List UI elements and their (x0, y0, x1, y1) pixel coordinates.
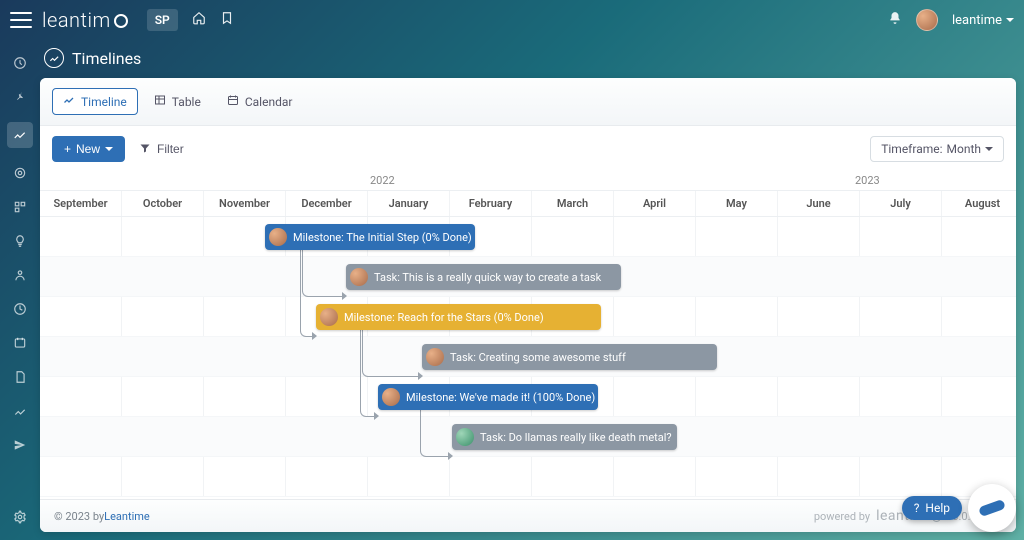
month-header-cell: September (40, 191, 122, 216)
caret-down-icon (1006, 18, 1014, 22)
table-tab-icon (154, 94, 166, 109)
bar-label: Milestone: We've made it! (100% Done) (406, 391, 595, 404)
view-tabs: Timeline Table Calendar (40, 78, 1016, 126)
month-header-cell: February (450, 191, 532, 216)
month-header-cell: March (532, 191, 614, 216)
notifications-icon[interactable] (888, 11, 902, 29)
timeframe-select[interactable]: Timeframe: Month (870, 136, 1004, 162)
rail-docs-icon[interactable] (11, 368, 29, 386)
page-title: Timelines (40, 40, 1016, 78)
avatar (426, 348, 444, 366)
project-badge[interactable]: SP (147, 9, 178, 31)
year-row: 2022 2023 (40, 172, 1016, 190)
left-rail (0, 40, 40, 540)
user-menu[interactable]: leantime (952, 13, 1014, 28)
rail-ideas-icon[interactable] (11, 232, 29, 250)
fab-button[interactable] (968, 484, 1016, 532)
rail-timeline-icon[interactable] (7, 122, 33, 148)
avatar[interactable] (916, 9, 938, 31)
footer-brand-link[interactable]: Leantime (104, 510, 150, 523)
milestone-bar[interactable]: Milestone: The Initial Step (0% Done) (265, 224, 475, 250)
rail-pin-icon[interactable] (11, 88, 29, 106)
avatar (456, 428, 474, 446)
page: Timelines Timeline Table Calendar + New (40, 40, 1016, 532)
rail-reports-icon[interactable] (11, 402, 29, 420)
month-header-cell: July (860, 191, 942, 216)
toolbar: + New Filter Timeframe: Month (40, 126, 1016, 172)
rail-people-icon[interactable] (11, 266, 29, 284)
bar-label: Milestone: Reach for the Stars (0% Done) (344, 311, 544, 324)
tab-table[interactable]: Table (144, 89, 211, 114)
topbar: leantim SP leantime (0, 0, 1024, 40)
filter-icon (139, 142, 151, 157)
fab-pill-icon (978, 499, 1006, 517)
task-bar[interactable]: Task: Do llamas really like death metal? (452, 424, 677, 450)
calendar-tab-icon (227, 94, 239, 109)
caret-down-icon (105, 147, 113, 151)
rail-settings-icon[interactable] (11, 508, 29, 526)
task-bar[interactable]: Task: This is a really quick way to crea… (346, 264, 621, 290)
bar-label: Task: Creating some awesome stuff (450, 351, 626, 364)
rail-goals-icon[interactable] (11, 164, 29, 182)
tab-timeline[interactable]: Timeline (52, 88, 138, 115)
filter-button[interactable]: Filter (139, 142, 184, 157)
rail-retro-icon[interactable] (11, 334, 29, 352)
plus-icon: + (64, 142, 71, 156)
milestone-bar[interactable]: Milestone: We've made it! (100% Done) (378, 384, 598, 410)
footer-copyright: © 2023 by (54, 510, 104, 523)
rail-board-icon[interactable] (11, 198, 29, 216)
avatar (382, 388, 400, 406)
month-header-cell: April (614, 191, 696, 216)
month-header-cell: October (122, 191, 204, 216)
rail-time-icon[interactable] (11, 300, 29, 318)
footer: © 2023 by Leantime powered by leantim v3… (40, 499, 1016, 532)
avatar (350, 268, 368, 286)
month-header-cell: August (942, 191, 1016, 216)
new-button[interactable]: + New (52, 136, 125, 162)
caret-down-icon (985, 147, 993, 151)
month-header-cell: November (204, 191, 286, 216)
month-header-cell: May (696, 191, 778, 216)
bookmark-icon[interactable] (220, 11, 234, 29)
bar-label: Task: Do llamas really like death metal? (480, 431, 672, 444)
month-header: SeptemberOctoberNovemberDecemberJanuaryF… (40, 190, 1016, 217)
home-icon[interactable] (192, 11, 206, 29)
year-label: 2023 (855, 174, 880, 187)
timelines-page-icon (44, 48, 64, 68)
avatar (320, 308, 338, 326)
task-bar[interactable]: Task: Creating some awesome stuff (422, 344, 717, 370)
menu-toggle[interactable] (10, 9, 32, 31)
gantt-body: Milestone: The Initial Step (0% Done) Ta… (40, 217, 1016, 497)
brand-logo[interactable]: leantim (42, 8, 129, 32)
timeline-tab-icon (63, 94, 75, 109)
bar-label: Milestone: The Initial Step (0% Done) (293, 231, 472, 244)
brand-o-icon (114, 14, 128, 28)
bar-label: Task: This is a really quick way to crea… (374, 271, 601, 284)
year-label: 2022 (370, 174, 395, 187)
month-header-cell: December (286, 191, 368, 216)
month-header-cell: January (368, 191, 450, 216)
gantt[interactable]: 2022 2023 SeptemberOctoberNovemberDecemb… (40, 172, 1016, 499)
milestone-bar[interactable]: Milestone: Reach for the Stars (0% Done) (316, 304, 601, 330)
avatar (269, 228, 287, 246)
help-button[interactable]: ? Help (902, 496, 962, 520)
tab-calendar[interactable]: Calendar (217, 89, 303, 114)
main-card: Timeline Table Calendar + New Filter (40, 78, 1016, 532)
rail-dashboard-icon[interactable] (11, 54, 29, 72)
rail-send-icon[interactable] (11, 436, 29, 454)
help-icon: ? (914, 501, 920, 515)
month-header-cell: June (778, 191, 860, 216)
